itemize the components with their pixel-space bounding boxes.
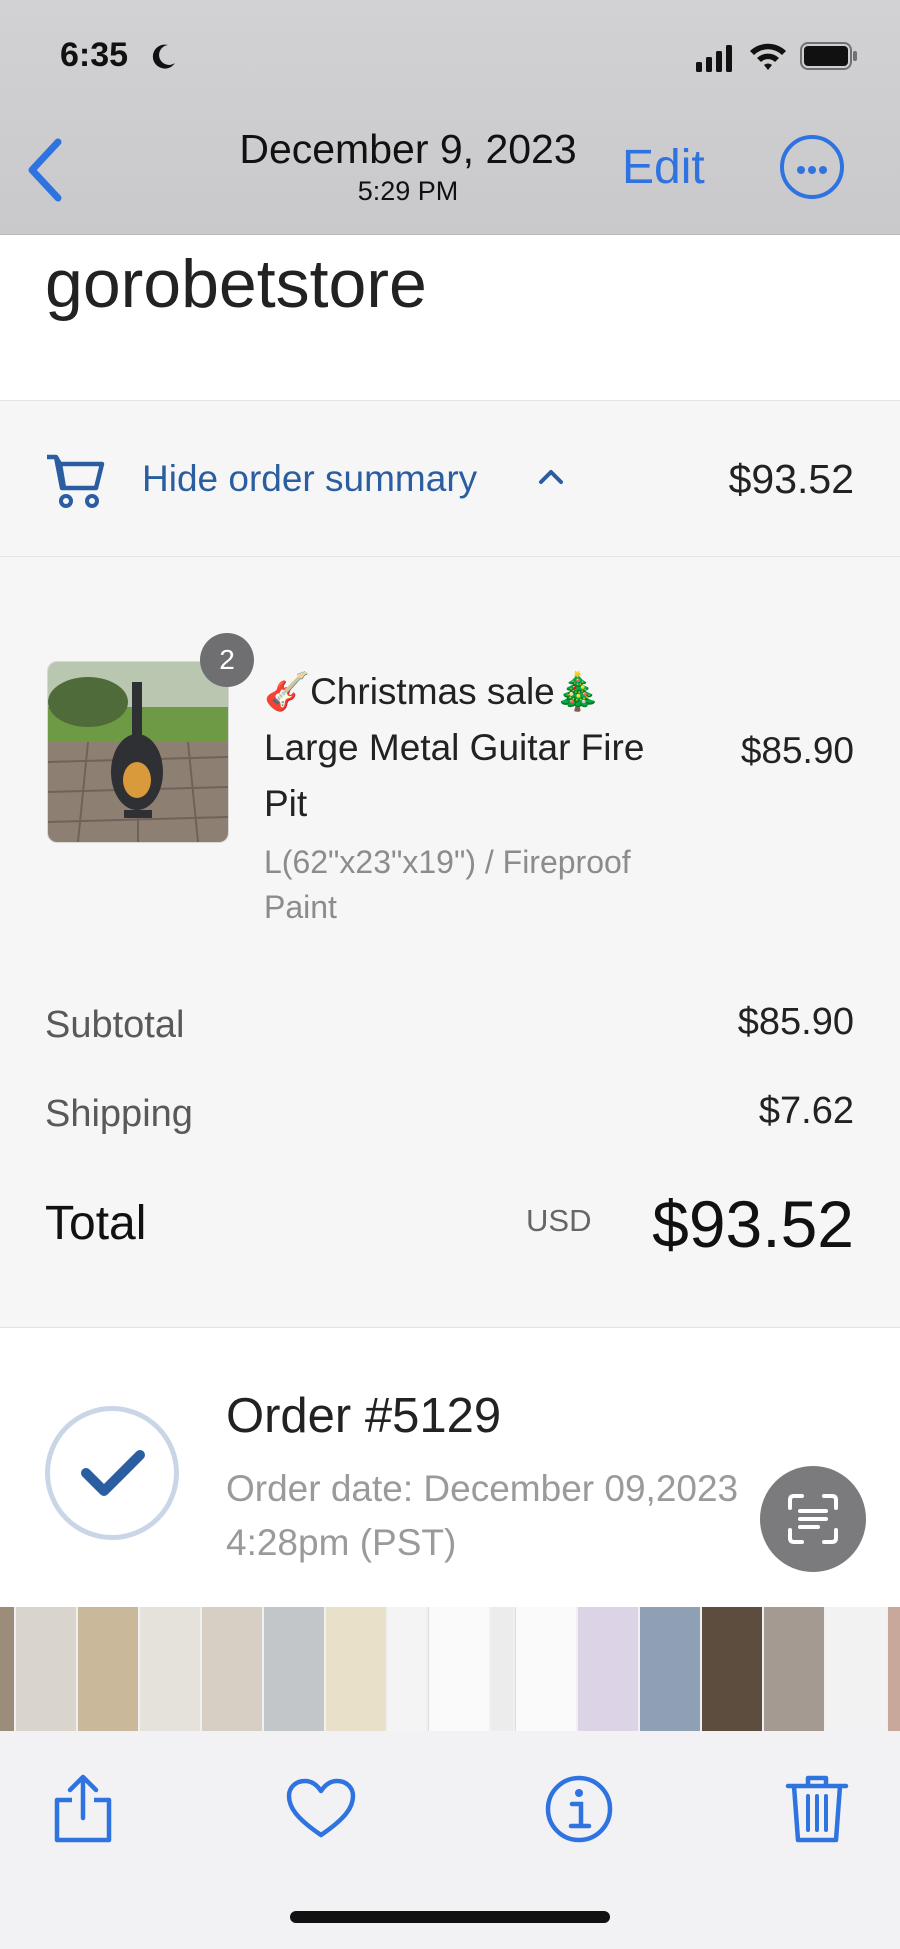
total-value: $93.52 [652, 1187, 854, 1261]
order-date-line-2: 4:28pm (PST) [226, 1522, 457, 1563]
filmstrip-thumbnail[interactable] [326, 1607, 386, 1731]
status-time: 6:35 [60, 36, 129, 74]
trash-icon[interactable] [784, 1772, 850, 1844]
summary-total: $93.52 [728, 456, 854, 502]
product-name: 🎸Christmas sale🎄 Large Metal Guitar Fire… [264, 671, 645, 824]
filmstrip-thumbnail[interactable] [0, 1607, 14, 1731]
product-variant: L(62"x23"x19") / Fireproof Paint [264, 844, 631, 925]
order-number: Order #5129 [226, 1389, 502, 1443]
heart-icon[interactable] [286, 1778, 356, 1840]
subtotal-label: Subtotal [45, 1004, 185, 1046]
filmstrip-thumbnail[interactable] [78, 1607, 138, 1731]
photo-filmstrip[interactable] [0, 1607, 900, 1731]
order-date: Order date: December 09,2023 4:28pm (PST… [226, 1462, 816, 1570]
home-indicator[interactable] [290, 1911, 610, 1923]
filmstrip-thumbnail[interactable] [888, 1607, 900, 1731]
quantity-badge: 2 [200, 633, 254, 687]
filmstrip-thumbnail[interactable] [428, 1607, 489, 1731]
wifi-icon [750, 43, 786, 70]
filmstrip-thumbnail[interactable] [640, 1607, 700, 1731]
filmstrip-thumbnail[interactable] [264, 1607, 324, 1731]
product-price: $85.90 [740, 730, 854, 771]
total-label: Total [45, 1197, 147, 1250]
filmstrip-thumbnail[interactable] [140, 1607, 200, 1731]
filmstrip-thumbnail[interactable] [578, 1607, 638, 1731]
filmstrip-thumbnail[interactable] [491, 1607, 513, 1731]
live-text-scan-icon[interactable] [760, 1466, 866, 1572]
filmstrip-thumbnail[interactable] [202, 1607, 262, 1731]
subtotal-value: $85.90 [737, 1001, 854, 1043]
order-date-line-1: Order date: December 09,2023 [226, 1468, 739, 1509]
shipping-value: $7.62 [758, 1090, 854, 1132]
chevron-up-icon [539, 470, 563, 484]
filmstrip-thumbnail[interactable] [764, 1607, 824, 1731]
filmstrip-thumbnail[interactable] [826, 1607, 886, 1731]
hide-order-summary-link[interactable]: Hide order summary [142, 458, 477, 500]
filmstrip-thumbnail[interactable] [388, 1607, 426, 1731]
share-icon[interactable] [50, 1772, 116, 1844]
currency-code: USD [526, 1203, 592, 1238]
store-name: gorobetstore [45, 246, 427, 322]
cart-icon [47, 454, 105, 508]
cellular-signal-icon [696, 45, 732, 72]
filmstrip-thumbnail[interactable] [515, 1607, 576, 1731]
product-thumbnail [47, 661, 229, 843]
shipping-label: Shipping [45, 1093, 193, 1135]
info-icon[interactable] [544, 1774, 614, 1844]
battery-icon [800, 42, 857, 70]
edit-button[interactable]: Edit [622, 140, 705, 195]
moon-icon [152, 44, 175, 69]
order-confirmed-icon [45, 1406, 179, 1540]
filmstrip-thumbnail[interactable] [702, 1607, 762, 1731]
more-options-icon[interactable] [780, 135, 844, 199]
filmstrip-thumbnail[interactable] [16, 1607, 76, 1731]
